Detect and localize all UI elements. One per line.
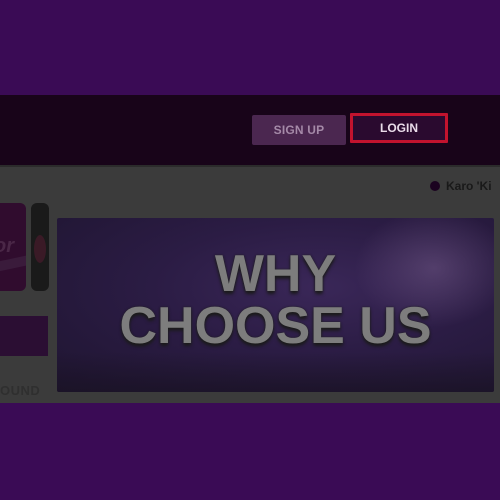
banner-title: WHY CHOOSE US: [57, 248, 494, 352]
screenshot-area: SIGN UP LOGIN Karo 'Ki or OUND WHY CHOOS…: [0, 95, 500, 403]
banner-floor: [57, 352, 494, 392]
news-ticker: Karo 'Ki: [430, 178, 500, 194]
card-text: or: [0, 235, 14, 257]
sidebar-button[interactable]: [0, 316, 48, 356]
login-button[interactable]: LOGIN: [350, 113, 448, 143]
promo-card-second[interactable]: [31, 203, 49, 291]
site-header: SIGN UP LOGIN: [0, 95, 500, 165]
ticker-text: Karo 'Ki: [446, 179, 492, 193]
header-divider: [0, 165, 500, 167]
section-label: OUND: [0, 383, 41, 398]
card-stripe: [0, 255, 26, 273]
banner-title-line2: CHOOSE US: [119, 297, 432, 355]
promo-card-left[interactable]: or: [0, 203, 26, 291]
banner-title-line1: WHY: [214, 245, 337, 303]
ticker-dot-icon: [430, 181, 440, 191]
why-choose-us-banner[interactable]: WHY CHOOSE US: [57, 218, 494, 392]
card-badge-icon: [34, 235, 46, 263]
signup-button[interactable]: SIGN UP: [252, 115, 346, 145]
